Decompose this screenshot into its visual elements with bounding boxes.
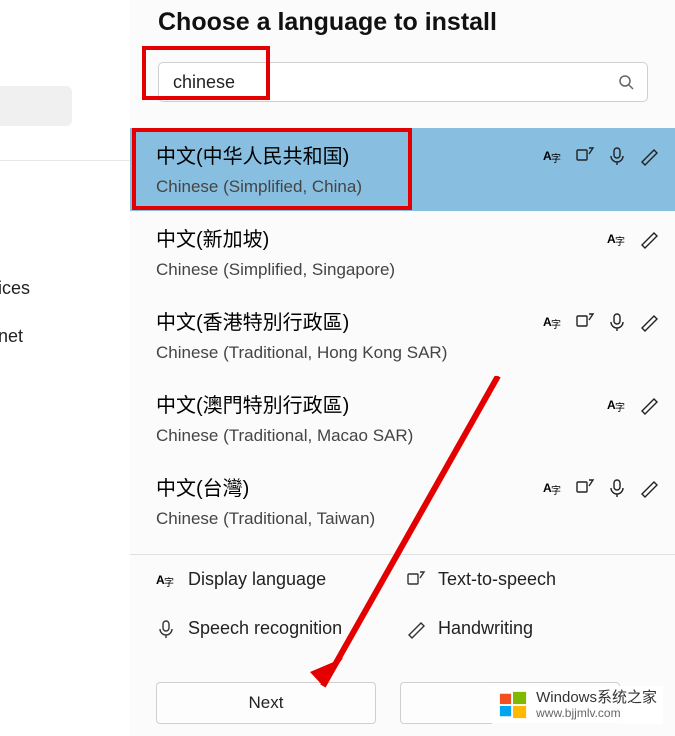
sidebar-item[interactable]: net — [0, 320, 124, 353]
handwriting-icon — [406, 619, 426, 639]
watermark: Windows系统之家 www.bjjmlv.com — [492, 686, 663, 724]
legend-label: Handwriting — [438, 618, 533, 639]
language-english-name: Chinese (Simplified, Singapore) — [156, 260, 649, 280]
handwriting-icon — [639, 478, 659, 498]
language-row[interactable]: 中文(新加坡) Chinese (Simplified, Singapore) — [130, 211, 675, 294]
language-english-name: Chinese (Traditional, Hong Kong SAR) — [156, 343, 649, 363]
text-to-speech-icon — [575, 478, 595, 498]
language-row[interactable]: 中文(澳門特別行政區) Chinese (Traditional, Macao S… — [130, 377, 675, 460]
language-feature-icons — [607, 229, 659, 249]
language-row[interactable]: 中文(台灣)Chinese (Traditional, Taiwan) — [130, 460, 675, 543]
display-language-icon — [607, 229, 627, 249]
legend-label: Text-to-speech — [438, 569, 556, 590]
watermark-url: www.bjjmlv.com — [536, 707, 657, 720]
speech-recognition-icon — [156, 619, 176, 639]
search-field-wrap — [158, 62, 648, 102]
text-to-speech-icon — [406, 570, 426, 590]
language-native-name: 中文(澳門特別行政區) — [156, 389, 649, 418]
language-native-name: 中文(新加坡) — [156, 223, 649, 252]
settings-sidebar: ices net — [0, 0, 130, 736]
windows-logo-icon — [498, 690, 528, 720]
sidebar-selected-pill — [0, 86, 72, 126]
handwriting-icon — [639, 146, 659, 166]
display-language-icon — [543, 478, 563, 498]
speech-recognition-icon — [607, 478, 627, 498]
display-language-icon — [156, 570, 176, 590]
text-to-speech-icon — [575, 146, 595, 166]
language-english-name: Chinese (Traditional, Macao SAR) — [156, 426, 649, 446]
display-language-icon — [607, 395, 627, 415]
language-row[interactable]: 中文(中华人民共和国)Chinese (Simplified, China) — [130, 128, 675, 211]
legend-label: Speech recognition — [188, 618, 342, 639]
next-button[interactable]: Next — [156, 682, 376, 724]
watermark-title: Windows系统之家 — [536, 690, 657, 707]
language-english-name: Chinese (Simplified, China) — [156, 177, 649, 197]
handwriting-icon — [639, 395, 659, 415]
legend-speech-recognition: Speech recognition — [156, 618, 356, 639]
speech-recognition-icon — [607, 312, 627, 332]
language-search-input[interactable] — [158, 62, 648, 102]
language-english-name: Chinese (Traditional, Taiwan) — [156, 509, 649, 529]
language-feature-icons — [543, 478, 659, 498]
language-row[interactable]: 中文(香港特別行政區)Chinese (Traditional, Hong Ko… — [130, 294, 675, 377]
language-feature-icons — [607, 395, 659, 415]
display-language-icon — [543, 146, 563, 166]
legend-handwriting: Handwriting — [406, 618, 606, 639]
handwriting-icon — [639, 312, 659, 332]
language-list: 中文(中华人民共和国)Chinese (Simplified, China)中文… — [130, 128, 675, 543]
legend-display-language: Display language — [156, 569, 356, 590]
language-feature-icons — [543, 146, 659, 166]
sidebar-divider — [0, 160, 130, 161]
dialog-title: Choose a language to install — [158, 8, 497, 37]
handwriting-icon — [639, 229, 659, 249]
feature-legend: Display language Text-to-speech Speech r… — [130, 554, 675, 653]
text-to-speech-icon — [575, 312, 595, 332]
speech-recognition-icon — [607, 146, 627, 166]
sidebar-item[interactable]: ices — [0, 272, 124, 305]
search-icon[interactable] — [616, 72, 636, 92]
legend-label: Display language — [188, 569, 326, 590]
display-language-icon — [543, 312, 563, 332]
language-install-panel: Choose a language to install 中文(中华人民共和国)… — [130, 0, 675, 736]
language-feature-icons — [543, 312, 659, 332]
legend-text-to-speech: Text-to-speech — [406, 569, 606, 590]
